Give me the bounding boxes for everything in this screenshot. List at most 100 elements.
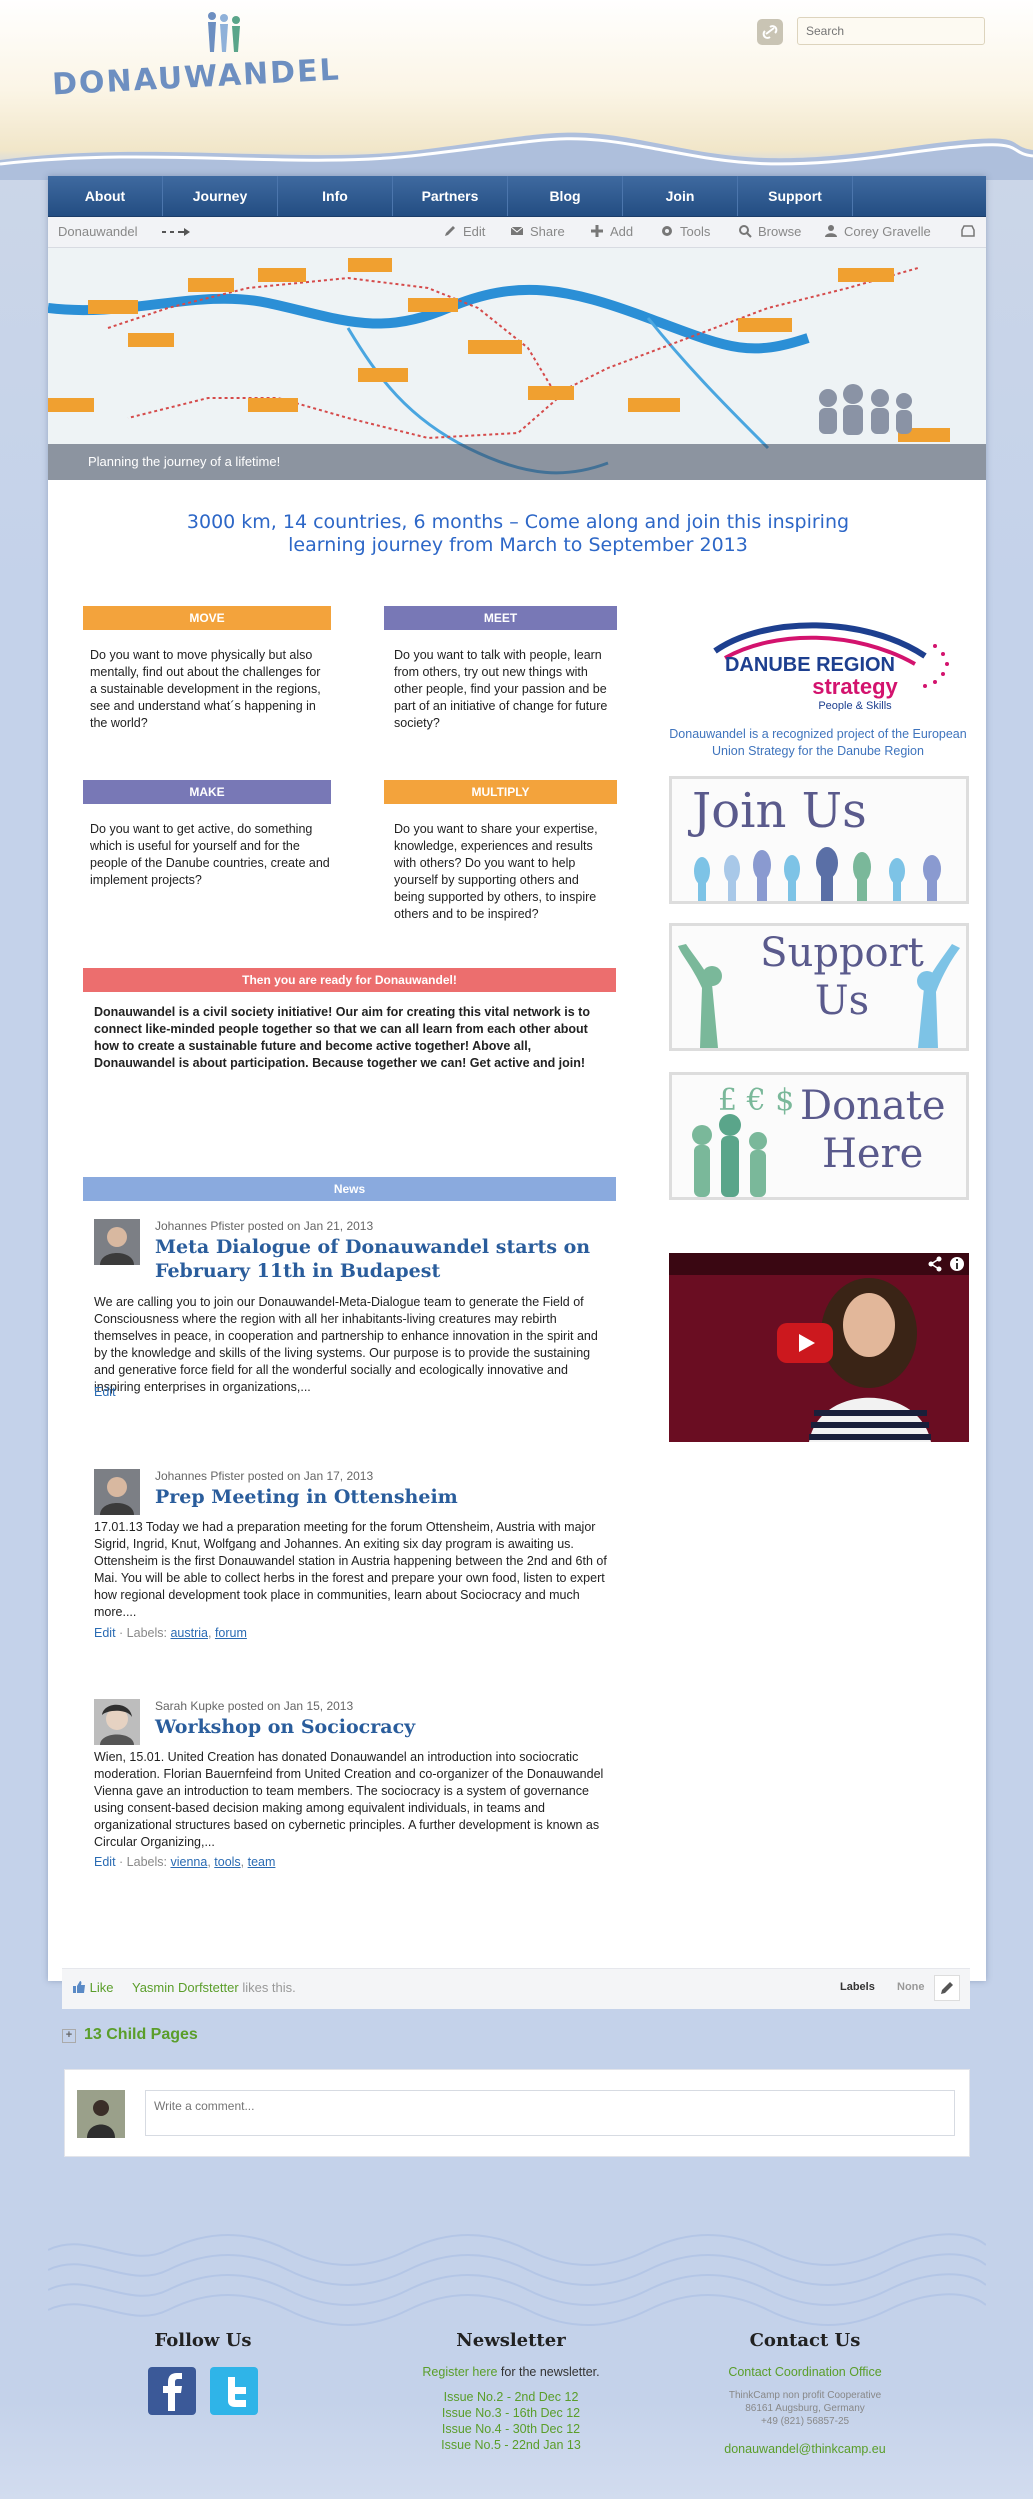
tools-button[interactable]: Tools: [660, 217, 710, 247]
post-body: We are calling you to join our Donauwand…: [94, 1295, 598, 1394]
drs-sub: People & Skills: [818, 700, 892, 711]
news-post: Johannes Pfister posted on Jan 21, 2013 …: [94, 1219, 614, 1439]
donating-people-icon: [692, 1114, 767, 1197]
meet-text: Do you want to talk with people, learn f…: [394, 648, 608, 730]
search-input[interactable]: [797, 17, 985, 45]
here-text: Here: [822, 1131, 924, 1177]
supporting-people-icon: [678, 944, 960, 1048]
drs-caption: Donauwandel is a recognized project of t…: [669, 727, 967, 758]
thumbs-up-icon: [73, 1981, 85, 1993]
phone-number: +49 (821) 56857-25: [760, 2416, 850, 2427]
breadcrumb[interactable]: Donauwandel: [58, 217, 138, 247]
likes-suffix: likes this.: [242, 1980, 296, 1995]
page-headline: 3000 km, 14 countries, 6 months – Come a…: [186, 511, 850, 556]
post-edit-link[interactable]: Edit: [94, 1626, 116, 1640]
register-link[interactable]: Register here: [422, 2365, 497, 2379]
post-title[interactable]: Workshop on Sociocracy: [155, 1715, 605, 1739]
info-icon[interactable]: [949, 1256, 965, 1275]
video-player[interactable]: [669, 1253, 969, 1442]
contact-column: Contact Us Contact Coordination Office T…: [680, 2330, 930, 2456]
journey-banner: Planning the journey of a lifetime!: [48, 248, 986, 480]
follow-us-title: Follow Us: [154, 2330, 252, 2351]
make-heading: MAKE: [83, 780, 331, 804]
post-links: Edit · Labels: vienna, tools, team: [94, 1855, 276, 1869]
label-link[interactable]: team: [248, 1855, 276, 1869]
nav-journey[interactable]: Journey: [163, 176, 278, 216]
support-us-banner[interactable]: Support Us: [669, 923, 969, 1051]
email-link[interactable]: donauwandel@thinkcamp.eu: [680, 2442, 930, 2456]
share-button[interactable]: Share: [510, 217, 565, 247]
news-heading: News: [83, 1177, 616, 1201]
edit-button[interactable]: Edit: [443, 217, 485, 247]
envelope-icon: [510, 226, 524, 235]
liker-link[interactable]: Yasmin Dorfstetter: [132, 1980, 239, 1995]
user-menu[interactable]: Corey Gravelle: [824, 217, 931, 247]
like-label: Like: [89, 1980, 114, 1995]
link-icon[interactable]: [757, 19, 783, 45]
main-frame: About Journey Info Partners Blog Join Su…: [48, 176, 986, 2157]
pencil-icon: [445, 226, 455, 236]
multiply-text: Do you want to share your expertise, kno…: [394, 822, 598, 921]
browse-button[interactable]: Browse: [738, 217, 801, 247]
like-button[interactable]: Like: [72, 1980, 113, 1995]
move-text: Do you want to move physically but also …: [90, 648, 321, 730]
drs-strategy: strategy: [812, 674, 898, 699]
comment-box: [64, 2069, 970, 2157]
ready-heading: Then you are ready for Donauwandel!: [83, 968, 616, 992]
labels-title: Labels: [840, 1981, 875, 1993]
post-meta: Johannes Pfister posted on Jan 21, 2013: [155, 1219, 374, 1233]
magnifier-icon: [739, 225, 752, 238]
author-avatar[interactable]: [94, 1469, 140, 1515]
nav-info[interactable]: Info: [278, 176, 393, 216]
banner-caption: Planning the journey of a lifetime!: [48, 444, 986, 480]
plus-icon: [591, 225, 603, 237]
post-title[interactable]: Meta Dialogue of Donauwandel starts on F…: [155, 1235, 605, 1283]
twitter-icon[interactable]: [209, 2367, 258, 2415]
browse-label: Browse: [758, 224, 802, 239]
post-title[interactable]: Prep Meeting in Ottensheim: [155, 1485, 605, 1509]
author-avatar[interactable]: [94, 1699, 140, 1745]
edit-labels-button[interactable]: [934, 1975, 960, 2001]
label-link[interactable]: tools: [214, 1855, 240, 1869]
post-meta: Sarah Kupke posted on Jan 15, 2013: [155, 1699, 354, 1713]
post-body: 17.01.13 Today we had a preparation meet…: [94, 1520, 607, 1619]
child-pages-label: 13 Child Pages: [84, 2026, 198, 2043]
newsletter-issue-link[interactable]: Issue No.5 - 22nd Jan 13: [386, 2437, 636, 2453]
facebook-icon[interactable]: [148, 2367, 197, 2415]
play-button-icon[interactable]: [777, 1323, 833, 1363]
child-pages-toggle[interactable]: +13 Child Pages: [62, 2026, 198, 2044]
newsletter-issue-link[interactable]: Issue No.4 - 30th Dec 12: [386, 2421, 636, 2437]
danube-region-logo[interactable]: DANUBE REGION strategy People & Skills: [685, 616, 975, 712]
share-icon[interactable]: [927, 1256, 943, 1275]
add-button[interactable]: Add: [590, 217, 633, 247]
edit-label: Edit: [463, 224, 486, 239]
ready-text: Donauwandel is a civil society initiativ…: [94, 1005, 590, 1070]
share-label: Share: [530, 224, 565, 239]
newsletter-issue-link[interactable]: Issue No.3 - 16th Dec 12: [386, 2405, 636, 2421]
tools-label: Tools: [680, 224, 711, 239]
nav-join[interactable]: Join: [623, 176, 738, 216]
author-avatar[interactable]: [94, 1219, 140, 1265]
nav-blog[interactable]: Blog: [508, 176, 623, 216]
breadcrumb-arrow-icon[interactable]: [160, 217, 194, 247]
label-link[interactable]: vienna: [170, 1855, 207, 1869]
donate-banner[interactable]: Donate Here £ € $: [669, 1072, 969, 1200]
people-icon: [694, 847, 941, 901]
post-edit-link[interactable]: Edit: [94, 1385, 116, 1399]
inbox-icon[interactable]: [960, 217, 976, 247]
contact-office-link[interactable]: Contact Coordination Office: [680, 2365, 930, 2379]
gear-icon: [662, 226, 672, 236]
post-links: Edit: [94, 1385, 116, 1399]
nav-partners[interactable]: Partners: [393, 176, 508, 216]
river-decoration: [0, 132, 1033, 180]
follow-us-column: Follow Us: [78, 2330, 328, 2415]
join-us-banner[interactable]: Join Us: [669, 776, 969, 904]
post-edit-link[interactable]: Edit: [94, 1855, 116, 1869]
nav-about[interactable]: About: [48, 176, 163, 216]
newsletter-issue-link[interactable]: Issue No.2 - 2nd Dec 12: [386, 2389, 636, 2405]
label-link[interactable]: forum: [215, 1626, 247, 1640]
pencil-icon: [941, 1982, 953, 1994]
label-link[interactable]: austria: [170, 1626, 208, 1640]
comment-input[interactable]: [145, 2090, 955, 2136]
nav-support[interactable]: Support: [738, 176, 853, 216]
